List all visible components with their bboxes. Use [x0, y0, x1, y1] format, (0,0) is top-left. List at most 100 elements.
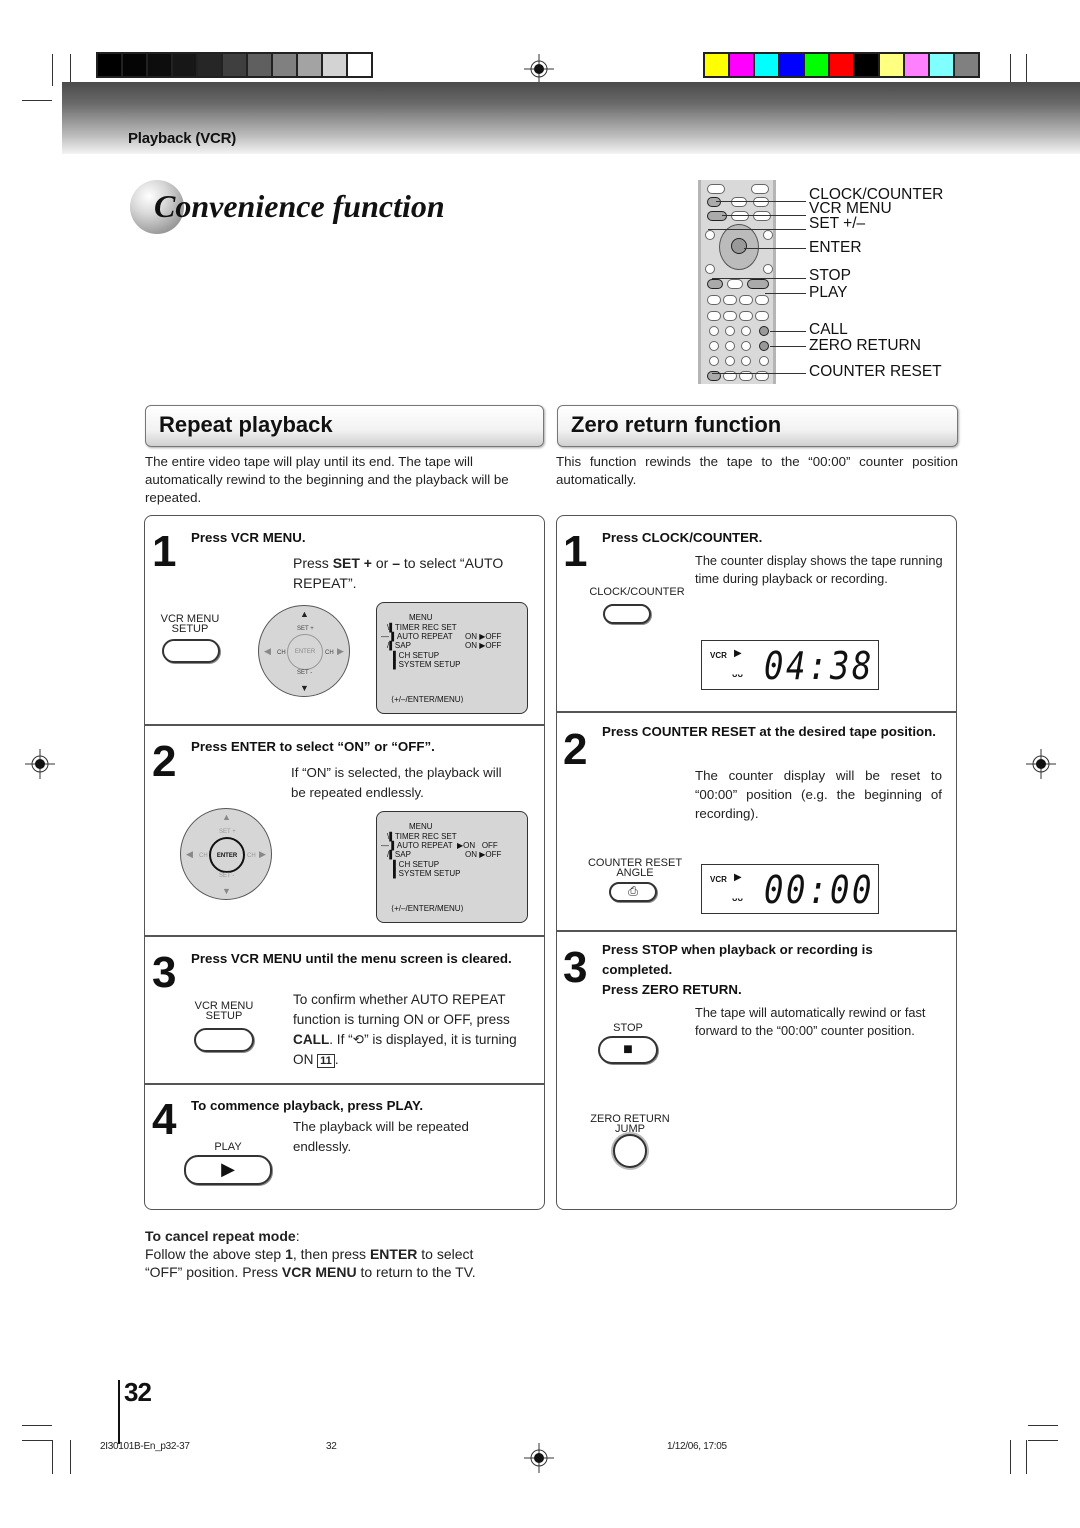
play-button[interactable]: ▶ [184, 1155, 272, 1185]
crop-mark [22, 1425, 52, 1426]
play-icon: ▶ [221, 1159, 235, 1179]
cancel-repeat-note: To cancel repeat mode: Follow the above … [145, 1228, 476, 1280]
calibration-swatch [123, 54, 146, 76]
step-description: The counter display will be reset to “00… [695, 768, 942, 821]
menu-title: MENU [409, 822, 433, 831]
menu-item: /▌SAP [387, 850, 411, 859]
menu-item: ▌SYSTEM SETUP [393, 869, 461, 878]
navigation-pad[interactable]: ▲ SET + ◀ CH ENTER CH ▶ SET - ▼ [258, 605, 350, 697]
remote-label-zero-return: ZERO RETURN [809, 337, 921, 354]
arrow-up-icon: ▲ [300, 609, 309, 619]
menu-value: ON ▶OFF [465, 632, 502, 641]
step-divider [556, 930, 957, 932]
remote-label-stop: STOP [809, 267, 851, 284]
crop-mark [1026, 1440, 1027, 1474]
menu-item: \▌TIMER REC SET [387, 623, 457, 632]
crop-mark [1028, 1425, 1058, 1426]
counter-reset-button[interactable]: ⎙ [609, 882, 657, 902]
step-number: 3 [563, 943, 588, 992]
footer-file-name: 2I30101B-En_p32-37 [100, 1441, 190, 1452]
registration-mark-icon [1026, 749, 1056, 779]
clock-counter-button[interactable] [603, 604, 651, 624]
calibration-swatch [173, 54, 196, 76]
button-label: PLAY [214, 1141, 242, 1153]
step-description: The counter display shows the tape runni… [695, 553, 943, 586]
enter-button[interactable]: ENTER [287, 634, 323, 670]
button-label: CLOCK/COUNTER [589, 586, 685, 598]
remote-control-illustration [698, 180, 776, 384]
counter-time: 04:38 [764, 644, 874, 688]
step-description: The playback will be repeated endlessly. [293, 1119, 469, 1154]
repeat-icon: ⟲ [352, 1032, 365, 1047]
calibration-swatch [198, 54, 221, 76]
menu-value: ON ▶OFF [465, 641, 502, 650]
calibration-swatch [298, 54, 321, 76]
calibration-swatch [705, 54, 728, 76]
arrow-right-icon: ▶ [337, 646, 344, 656]
ch-label: CH [325, 650, 334, 656]
registration-mark-icon [524, 54, 554, 84]
crop-mark [52, 1440, 53, 1474]
menu-footer: ⟨+/–/ENTER/MENU⟩ [391, 695, 464, 704]
step-description: The tape will automatically rewind or fa… [695, 1005, 926, 1038]
set-minus-label: SET - [219, 873, 235, 879]
tape-icon: ᴗᴗ [732, 893, 743, 903]
calibration-swatch [905, 54, 928, 76]
remote-label-play: PLAY [809, 284, 848, 301]
step-number: 3 [152, 948, 177, 997]
play-indicator-icon: ▶ [734, 648, 742, 659]
remote-label-call: CALL [809, 321, 848, 338]
vcr-menu-button[interactable] [162, 639, 220, 663]
calibration-swatch [880, 54, 903, 76]
step-description: If “ON” is selected, the playback will b… [291, 765, 502, 800]
step-heading: Press VCR MENU until the menu screen is … [191, 951, 512, 966]
zero-return-button[interactable] [613, 1134, 647, 1168]
arrow-left-icon: ◀ [186, 849, 193, 859]
step-number: 2 [563, 725, 588, 774]
button-label: STOP [613, 1022, 643, 1034]
page-number-bar [118, 1380, 120, 1444]
tape-icon: ᴗᴗ [732, 669, 743, 679]
menu-item: ▌SYSTEM SETUP [393, 660, 461, 669]
page-reference: 11 [317, 1054, 335, 1068]
step-number: 2 [152, 737, 177, 786]
crop-mark [70, 1440, 71, 1474]
page-title: Convenience function [154, 188, 445, 224]
calibration-swatch [930, 54, 953, 76]
step-number: 1 [152, 527, 177, 576]
section-heading-zero-return: Zero return function [557, 405, 958, 447]
crop-mark [1028, 1440, 1058, 1441]
menu-item: /▌SAP [387, 641, 411, 650]
calibration-swatch [273, 54, 296, 76]
crop-mark [22, 1440, 52, 1441]
section-heading-repeat-playback: Repeat playback [145, 405, 544, 447]
page-number: 32 [124, 1377, 152, 1407]
menu-footer: ⟨+/–/ENTER/MENU⟩ [391, 904, 464, 913]
arrow-down-icon: ▼ [222, 886, 231, 896]
grayscale-calibration-bar [96, 52, 373, 78]
step-heading: Press VCR MENU. [191, 530, 306, 545]
step-description: Press SET + or – to select “AUTO REPEAT”… [293, 555, 504, 591]
step-heading: Press ENTER to select “ON” or “OFF”. [191, 739, 435, 754]
section-label: Playback (VCR) [128, 130, 237, 147]
step-heading: Press STOP when playback or recording is… [602, 942, 873, 997]
vcr-menu-button[interactable] [194, 1028, 254, 1052]
button-label: ZERO RETURN JUMP [590, 1113, 670, 1135]
registration-mark-icon [524, 1443, 554, 1473]
calibration-swatch [780, 54, 803, 76]
crop-mark [1010, 1440, 1011, 1474]
stop-button[interactable]: ■ [598, 1036, 658, 1064]
menu-title: MENU [409, 613, 433, 622]
calibration-swatch [98, 54, 121, 76]
navigation-pad[interactable]: ▲ SET + ◀ CH ENTER CH ▶ SET - ▼ [180, 808, 272, 900]
menu-value: ON ▶OFF [465, 850, 502, 859]
button-label: VCR MENU SETUP [160, 613, 220, 635]
enter-button[interactable]: ENTER [209, 837, 245, 873]
arrow-right-icon: ▶ [259, 849, 266, 859]
set-plus-label: SET + [297, 626, 314, 632]
arrow-up-icon: ▲ [222, 812, 231, 822]
repeat-intro: The entire video tape will play until it… [145, 454, 509, 505]
calibration-swatch [248, 54, 271, 76]
ch-label: CH [247, 853, 256, 859]
counter-display: VCR ▶ ᴗᴗ 04:38 [701, 640, 879, 690]
